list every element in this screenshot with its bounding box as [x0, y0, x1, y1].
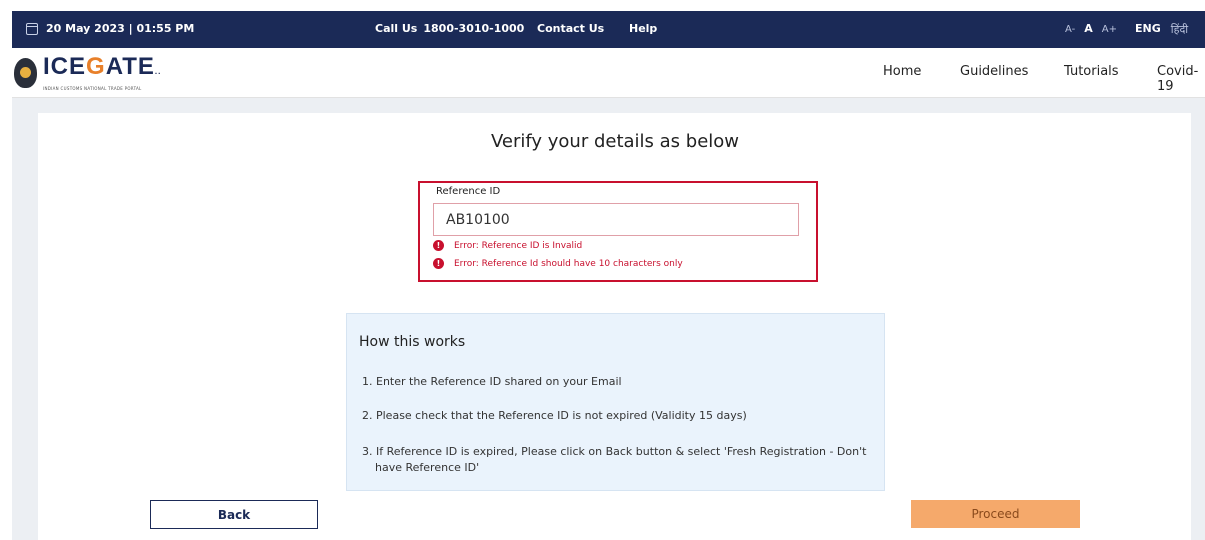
logo-word: ICEGATE..: [43, 53, 162, 80]
lang-hindi-button[interactable]: हिंदी: [1171, 22, 1188, 37]
date-time-text: 20 May 2023 | 01:55 PM: [46, 22, 195, 35]
error-text: Error: Reference Id should have 10 chara…: [454, 258, 683, 269]
nav-guidelines[interactable]: Guidelines: [960, 64, 1028, 79]
top-utility-bar: 20 May 2023 | 01:55 PM Call Us 1800-3010…: [12, 11, 1205, 48]
reference-id-input[interactable]: [433, 203, 799, 236]
proceed-button[interactable]: Proceed: [911, 500, 1080, 528]
icegate-logo[interactable]: ICEGATE.. INDIAN CUSTOMS NATIONAL TRADE …: [14, 55, 161, 91]
date-time: 20 May 2023 | 01:55 PM: [26, 22, 194, 35]
font-size-controls: A- A A+: [1065, 22, 1117, 35]
error-message: ! Error: Reference ID is Invalid: [433, 240, 582, 251]
contact-us-link[interactable]: Contact Us: [537, 22, 604, 35]
error-icon: !: [433, 258, 444, 269]
calendar-icon: [26, 22, 38, 35]
error-message: ! Error: Reference Id should have 10 cha…: [433, 258, 683, 269]
how-step: 2. Please check that the Reference ID is…: [362, 409, 747, 422]
back-button[interactable]: Back: [150, 500, 318, 529]
page-title: Verify your details as below: [490, 131, 740, 152]
error-icon: !: [433, 240, 444, 251]
nav-home[interactable]: Home: [883, 64, 921, 79]
call-us[interactable]: Call Us 1800-3010-1000: [375, 22, 524, 35]
reference-id-label: Reference ID: [436, 186, 501, 197]
how-this-works-title: How this works: [359, 334, 466, 350]
font-normal-button[interactable]: A: [1084, 22, 1093, 35]
reference-id-section: Reference ID ! Error: Reference ID is In…: [418, 181, 818, 282]
font-decrease-button[interactable]: A-: [1065, 24, 1075, 35]
how-step: 3. If Reference ID is expired, Please cl…: [362, 445, 867, 474]
how-this-works-panel: How this works 1. Enter the Reference ID…: [346, 313, 885, 491]
font-increase-button[interactable]: A+: [1102, 24, 1117, 35]
help-link[interactable]: Help: [629, 22, 657, 35]
logo-tagline: INDIAN CUSTOMS NATIONAL TRADE PORTAL: [43, 86, 142, 91]
nav-covid[interactable]: Covid-19: [1157, 64, 1205, 94]
call-us-number[interactable]: 1800-3010-1000: [423, 22, 524, 35]
how-step: 1. Enter the Reference ID shared on your…: [362, 375, 622, 388]
nav-tutorials[interactable]: Tutorials: [1064, 64, 1119, 79]
lang-english-button[interactable]: ENG: [1135, 22, 1161, 37]
error-text: Error: Reference ID is Invalid: [454, 240, 583, 251]
main-navbar: ICEGATE.. INDIAN CUSTOMS NATIONAL TRADE …: [12, 48, 1205, 98]
call-us-label: Call Us: [375, 22, 418, 35]
emblem-icon: [14, 58, 37, 88]
language-switcher: ENG हिंदी: [1135, 22, 1188, 37]
logo-text: ICEGATE.. INDIAN CUSTOMS NATIONAL TRADE …: [43, 53, 162, 92]
